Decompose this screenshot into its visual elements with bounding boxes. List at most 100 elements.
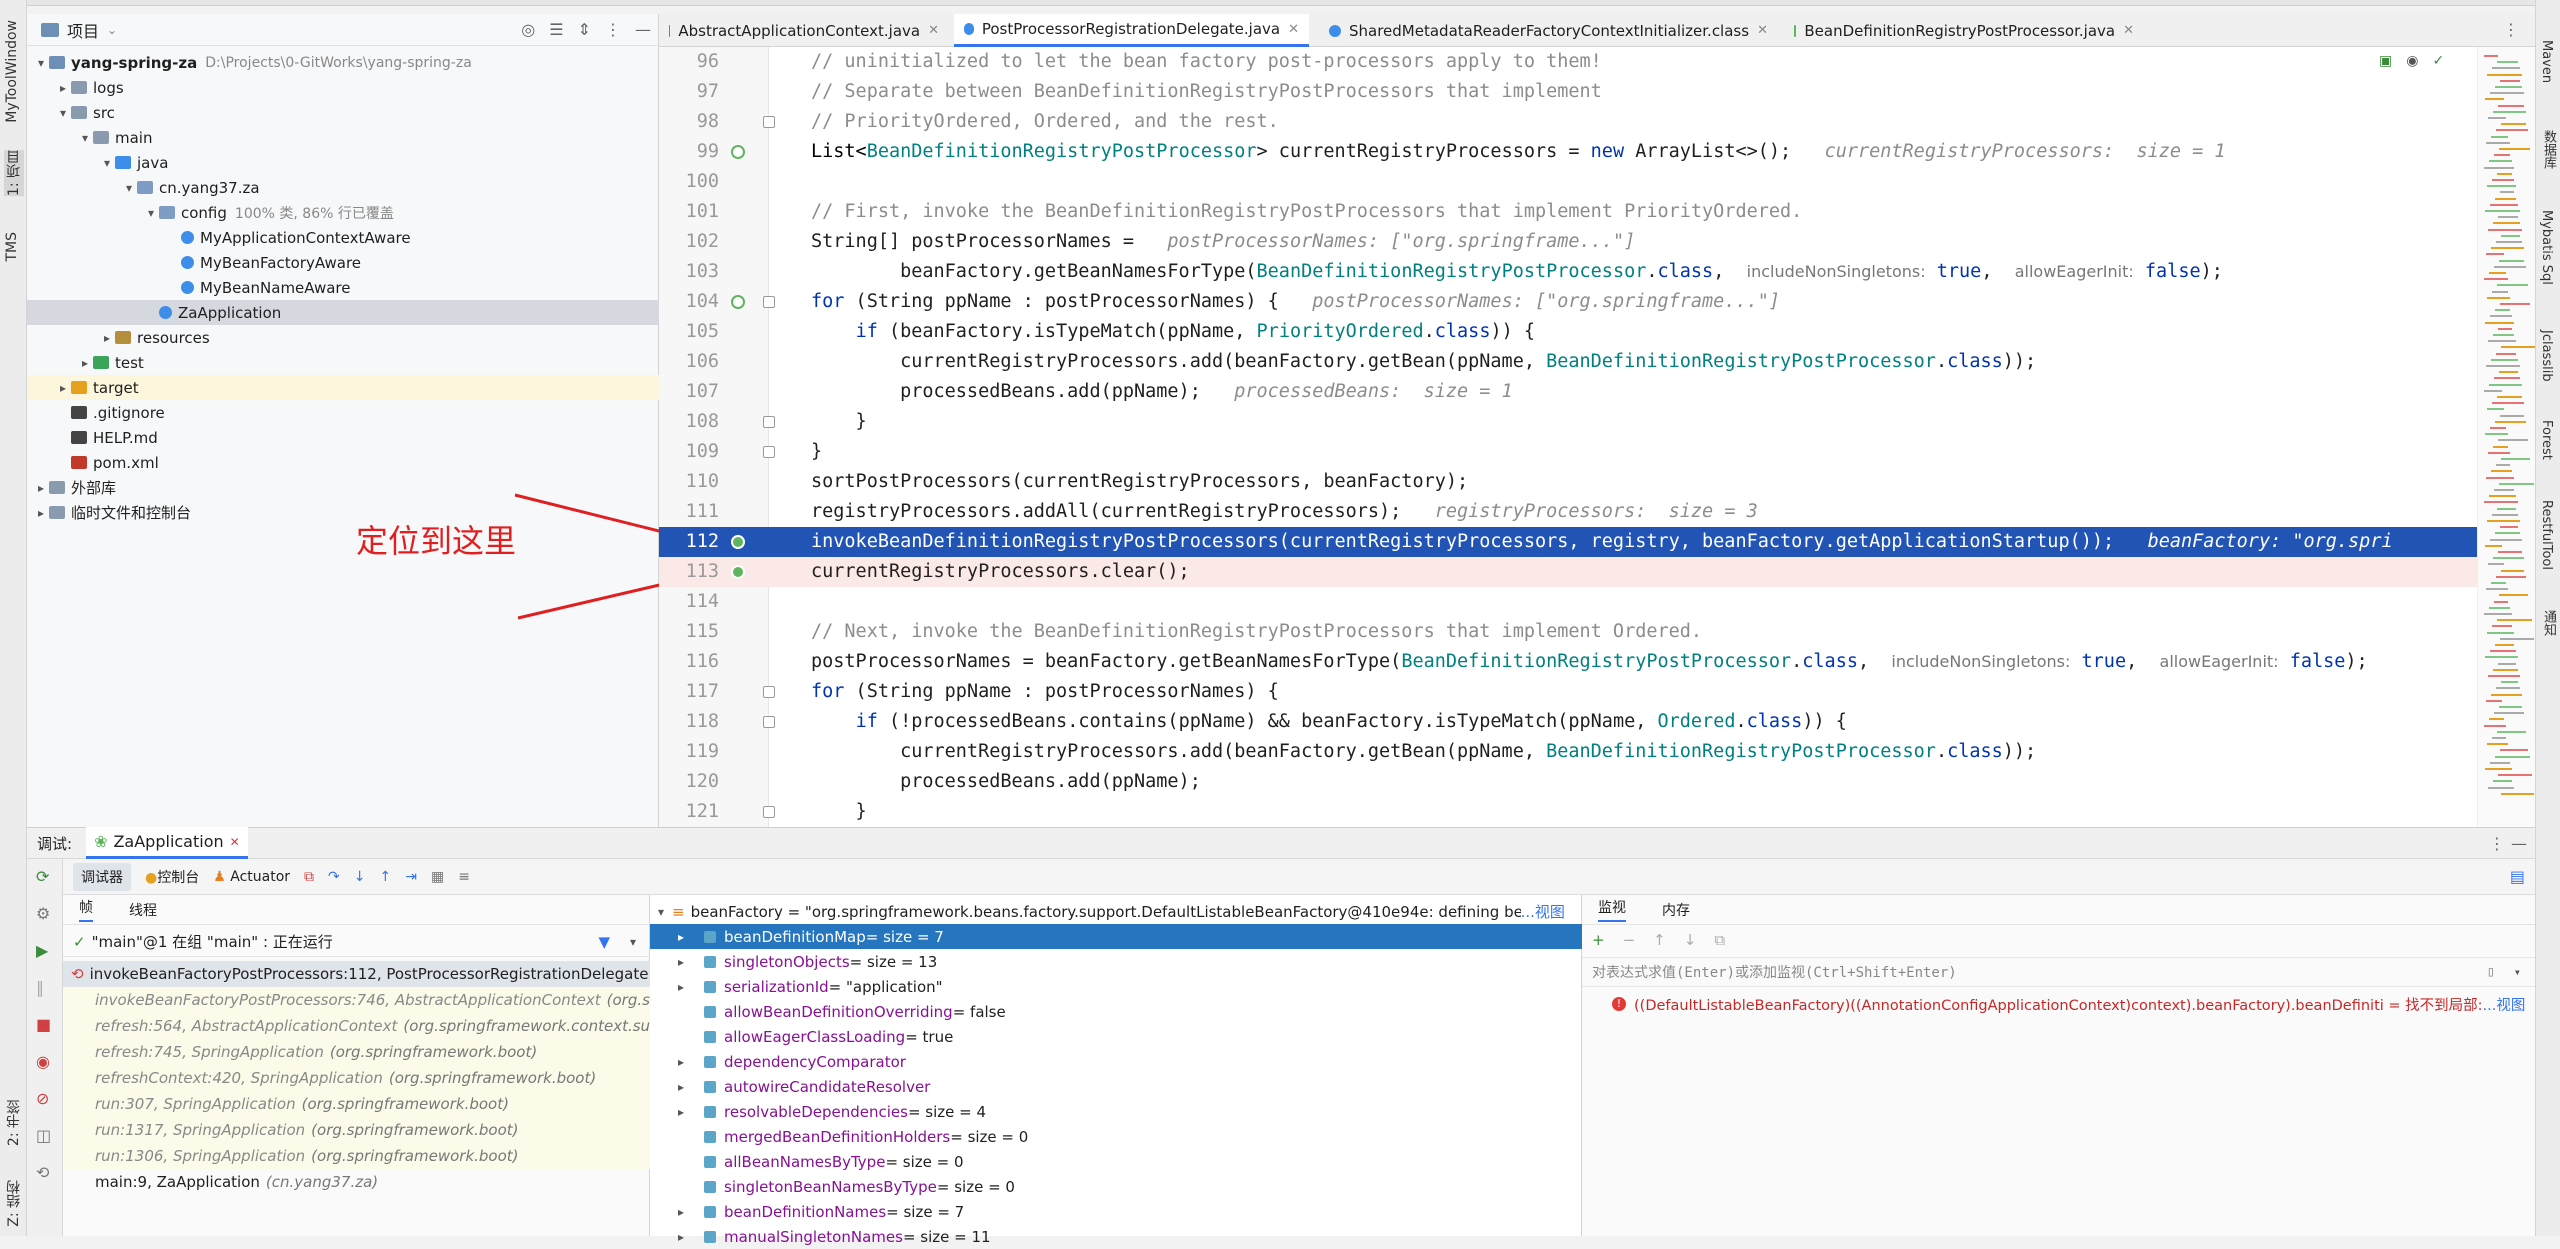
- tool-project[interactable]: 1: 项目: [4, 150, 24, 197]
- tool-mybatis[interactable]: Mybatis Sql: [2539, 210, 2554, 285]
- stack-frame[interactable]: main:9, ZaApplication (cn.yang37.za): [63, 1169, 650, 1195]
- tool-restfultool[interactable]: RestfulTool: [2539, 500, 2554, 570]
- code-editor[interactable]: 96 // uninitialized to let the bean facto…: [659, 47, 2535, 827]
- code-line[interactable]: 104 for (String ppName : postProcessorNam…: [659, 287, 2535, 317]
- stack-frame[interactable]: ⟲ invokeBeanFactoryPostProcessors:112, Po…: [63, 961, 669, 987]
- chevron-right-icon[interactable]: ▸: [33, 506, 49, 520]
- stack-frame[interactable]: run:1317, SpringApplication (org.springfr…: [63, 1117, 650, 1143]
- chevron-right-icon[interactable]: ▸: [670, 1105, 692, 1119]
- chevron-down-icon[interactable]: ▾: [77, 131, 93, 145]
- step-into-icon[interactable]: ↓: [354, 869, 366, 885]
- tree-item[interactable]: ▾ config 100% 类, 86% 行已覆盖: [27, 200, 659, 225]
- hide-icon[interactable]: —: [635, 20, 651, 39]
- hide-icon[interactable]: —: [2511, 834, 2527, 853]
- gutter-marker-icon[interactable]: [731, 295, 745, 309]
- eye-icon[interactable]: ◉: [2406, 53, 2418, 69]
- fold-marker-icon[interactable]: [763, 416, 775, 428]
- options-icon[interactable]: ⋮: [605, 20, 621, 39]
- code-line[interactable]: 108 }: [659, 407, 2535, 437]
- code-line[interactable]: 117 for (String ppName : postProcessorNam…: [659, 677, 2535, 707]
- chevron-down-icon[interactable]: ▾: [2514, 965, 2521, 979]
- collapse-all-icon[interactable]: ☰: [549, 20, 563, 39]
- code-line[interactable]: 107 processedBeans.add(ppName); processe…: [659, 377, 2535, 407]
- chevron-down-icon[interactable]: ▾: [99, 156, 115, 170]
- code-line[interactable]: 98 // PriorityOrdered, Ordered, and the r…: [659, 107, 2535, 137]
- tree-item[interactable]: ▸ test: [27, 350, 659, 375]
- gutter-marker-icon[interactable]: [731, 145, 745, 159]
- rerun-icon[interactable]: ⟳: [36, 867, 51, 886]
- checkmark-icon[interactable]: ✓: [2432, 53, 2444, 69]
- close-icon[interactable]: ✕: [2123, 23, 2134, 38]
- editor-minimap[interactable]: [2477, 47, 2535, 827]
- tool-tms[interactable]: TMS: [4, 232, 20, 262]
- variable-row[interactable]: allowEagerClassLoading = true: [650, 1024, 1582, 1049]
- tree-item[interactable]: MyApplicationContextAware: [27, 225, 659, 250]
- stack-frame[interactable]: invokeBeanFactoryPostProcessors:746, Abs…: [63, 987, 666, 1013]
- variable-row[interactable]: ▸ dependencyComparator: [650, 1049, 1582, 1074]
- view-link[interactable]: ...视图: [1521, 901, 1565, 922]
- tree-item[interactable]: ▸ resources: [27, 325, 659, 350]
- fold-marker-icon[interactable]: [763, 806, 775, 818]
- tree-item[interactable]: ▸ logs: [27, 75, 659, 100]
- tab-bean-definition-registry-post-processor[interactable]: BeanDefinitionRegistryPostProcessor.java…: [1784, 14, 2144, 47]
- code-line[interactable]: 119 currentRegistryProcessors.add(beanFa…: [659, 737, 2535, 767]
- fold-marker-icon[interactable]: [763, 446, 775, 458]
- tree-item[interactable]: MyBeanNameAware: [27, 275, 659, 300]
- tab-menu-icon[interactable]: ⋮: [2503, 20, 2519, 39]
- move-down-icon[interactable]: ↓: [1684, 931, 1697, 949]
- tree-item[interactable]: ZaApplication: [27, 300, 659, 325]
- fold-marker-icon[interactable]: [763, 686, 775, 698]
- chevron-right-icon[interactable]: ▸: [670, 930, 692, 944]
- variable-row[interactable]: singletonBeanNamesByType = size = 0: [650, 1174, 1582, 1199]
- close-icon[interactable]: ✕: [928, 23, 939, 38]
- code-line[interactable]: 105 if (beanFactory.isTypeMatch(ppName, …: [659, 317, 2535, 347]
- close-icon[interactable]: ✕: [1288, 22, 1299, 37]
- gutter-marker-icon[interactable]: [731, 565, 745, 579]
- variable-row[interactable]: mergedBeanDefinitionHolders = size = 0: [650, 1124, 1582, 1149]
- tree-item[interactable]: ▸ target: [27, 375, 659, 400]
- layout-icon[interactable]: ▤: [2510, 867, 2525, 886]
- camera-icon[interactable]: ◫: [36, 1126, 51, 1145]
- chevron-right-icon[interactable]: ▸: [77, 356, 93, 370]
- tab-memory[interactable]: 内存: [1662, 900, 1690, 920]
- chevron-right-icon[interactable]: ▸: [55, 381, 71, 395]
- locate-icon[interactable]: ◎: [521, 20, 535, 39]
- resume-icon[interactable]: ▶: [36, 941, 51, 960]
- code-line[interactable]: 106 currentRegistryProcessors.add(beanFa…: [659, 347, 2535, 377]
- gutter-marker-icon[interactable]: [731, 535, 745, 549]
- chevron-down-icon[interactable]: ▾: [121, 181, 137, 195]
- tab-threads[interactable]: 线程: [129, 900, 157, 920]
- watch-error-row[interactable]: ! ((DefaultListableBeanFactory)((Annotat…: [1582, 991, 2535, 1017]
- code-line[interactable]: 103 beanFactory.getBeanNamesForType(Bean…: [659, 257, 2535, 287]
- variable-row[interactable]: ▸ beanDefinitionNames = size = 7: [650, 1199, 1582, 1224]
- options-icon[interactable]: ⋮: [2489, 834, 2505, 853]
- variable-row[interactable]: ▸ autowireCandidateResolver: [650, 1074, 1582, 1099]
- tool-mytoolwindow[interactable]: MyToolWindow: [4, 20, 20, 123]
- tree-item[interactable]: ▾ cn.yang37.za: [27, 175, 659, 200]
- tab-debugger[interactable]: 调试器: [73, 863, 131, 891]
- code-line[interactable]: 101 // First, invoke the BeanDefinitionRe…: [659, 197, 2535, 227]
- chevron-right-icon[interactable]: ▸: [670, 955, 692, 969]
- run-to-cursor-icon[interactable]: ⇥: [405, 869, 417, 885]
- view-breakpoints-icon[interactable]: ◉: [36, 1052, 51, 1071]
- copy-icon[interactable]: ⧉: [1714, 931, 1725, 949]
- code-line[interactable]: 100: [659, 167, 2535, 197]
- project-header-label[interactable]: 项目: [67, 18, 99, 42]
- code-line[interactable]: 121 }: [659, 797, 2535, 827]
- filter-icon[interactable]: ▼: [598, 933, 610, 951]
- inspection-widget[interactable]: ▣ ◉ ✓: [2379, 53, 2444, 69]
- chevron-right-icon[interactable]: ▸: [670, 1055, 692, 1069]
- chevron-down-icon[interactable]: ▾: [650, 905, 672, 919]
- stack-frame[interactable]: refresh:745, SpringApplication (org.sprin…: [63, 1039, 650, 1065]
- restore-layout-icon[interactable]: ⧉: [304, 869, 314, 885]
- stack-frame[interactable]: run:1306, SpringApplication (org.springfr…: [63, 1143, 650, 1169]
- chevron-right-icon[interactable]: ▸: [33, 481, 49, 495]
- tree-item[interactable]: ▾ java: [27, 150, 659, 175]
- close-icon[interactable]: ✕: [230, 835, 240, 849]
- run-tab[interactable]: ❀ ZaApplication ✕: [86, 827, 248, 859]
- chevron-right-icon[interactable]: ▸: [670, 980, 692, 994]
- tree-item[interactable]: ▾ main: [27, 125, 659, 150]
- chevron-right-icon[interactable]: ▸: [99, 331, 115, 345]
- variable-row[interactable]: ▸ serializationId = "application": [650, 974, 1582, 999]
- tree-item[interactable]: MyBeanFactoryAware: [27, 250, 659, 275]
